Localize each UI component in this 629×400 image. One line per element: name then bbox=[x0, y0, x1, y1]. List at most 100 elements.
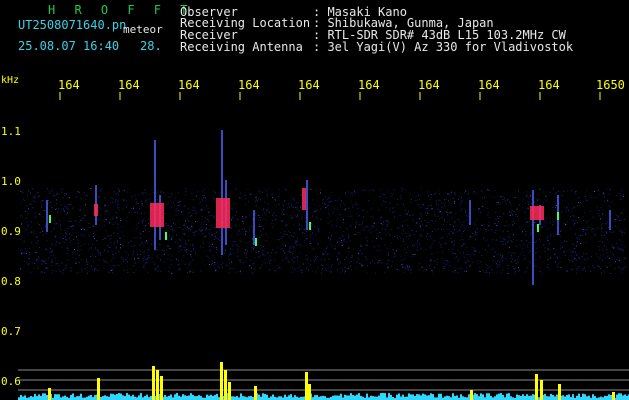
noise-speck bbox=[362, 229, 364, 231]
noise-speck bbox=[614, 225, 616, 227]
noise-speck bbox=[573, 224, 575, 226]
noise-speck bbox=[283, 204, 285, 206]
noise-speck bbox=[325, 203, 327, 205]
noise-speck bbox=[434, 192, 436, 194]
noise-speck bbox=[79, 221, 81, 223]
noise-speck bbox=[270, 252, 272, 254]
noise-floor-bar bbox=[380, 393, 382, 400]
noise-speck bbox=[314, 225, 315, 227]
noise-speck bbox=[266, 195, 268, 197]
noise-speck bbox=[239, 239, 241, 241]
noise-speck bbox=[135, 245, 137, 247]
noise-speck bbox=[473, 223, 475, 225]
noise-speck bbox=[586, 199, 588, 201]
noise-speck bbox=[319, 189, 321, 191]
noise-speck bbox=[154, 268, 156, 270]
noise-speck bbox=[339, 227, 341, 229]
noise-speck bbox=[341, 242, 343, 244]
noise-floor-bar bbox=[474, 393, 476, 400]
noise-speck bbox=[184, 263, 186, 265]
noise-speck bbox=[361, 245, 363, 247]
noise-floor-bar bbox=[456, 395, 458, 400]
noise-speck bbox=[439, 218, 441, 220]
noise-speck bbox=[487, 244, 489, 246]
noise-speck bbox=[570, 227, 572, 229]
noise-speck bbox=[144, 258, 146, 260]
noise-speck bbox=[502, 238, 504, 240]
noise-speck bbox=[133, 206, 134, 208]
noise-speck bbox=[134, 195, 136, 197]
noise-speck bbox=[387, 189, 389, 191]
noise-speck bbox=[286, 256, 288, 258]
noise-speck bbox=[512, 214, 514, 216]
noise-floor-bar bbox=[140, 393, 142, 400]
noise-speck bbox=[297, 216, 299, 218]
noise-speck bbox=[578, 197, 580, 199]
noise-speck bbox=[104, 249, 105, 251]
noise-speck bbox=[290, 252, 292, 253]
noise-speck bbox=[602, 193, 604, 195]
noise-speck bbox=[224, 252, 226, 254]
noise-speck bbox=[244, 228, 245, 230]
noise-speck bbox=[306, 238, 308, 240]
noise-speck bbox=[26, 262, 28, 264]
noise-speck bbox=[429, 247, 431, 249]
noise-speck bbox=[495, 229, 497, 231]
noise-floor-bar bbox=[278, 396, 280, 400]
noise-speck bbox=[185, 191, 187, 193]
noise-speck bbox=[229, 263, 231, 265]
noise-speck bbox=[620, 199, 622, 201]
noise-speck bbox=[461, 208, 463, 210]
noise-speck bbox=[285, 223, 287, 225]
noise-speck bbox=[407, 224, 409, 226]
noise-speck bbox=[172, 230, 174, 232]
noise-speck bbox=[535, 247, 537, 249]
noise-speck bbox=[466, 246, 468, 248]
noise-speck bbox=[549, 268, 551, 270]
noise-speck bbox=[544, 221, 546, 222]
noise-speck bbox=[98, 251, 100, 253]
noise-speck bbox=[190, 215, 192, 217]
noise-speck bbox=[225, 249, 226, 250]
noise-speck bbox=[361, 264, 363, 265]
noise-speck bbox=[41, 260, 43, 262]
noise-speck bbox=[503, 196, 505, 198]
noise-speck bbox=[620, 268, 622, 270]
noise-speck bbox=[449, 264, 451, 266]
noise-speck bbox=[139, 208, 140, 210]
noise-speck bbox=[47, 202, 49, 204]
noise-speck bbox=[260, 199, 262, 201]
noise-speck bbox=[75, 261, 77, 263]
noise-speck bbox=[116, 207, 118, 209]
noise-speck bbox=[592, 216, 594, 218]
noise-speck bbox=[292, 271, 293, 273]
noise-speck bbox=[621, 269, 623, 271]
noise-speck bbox=[206, 205, 208, 207]
noise-speck bbox=[579, 202, 581, 204]
noise-floor-bar bbox=[600, 396, 602, 400]
noise-speck bbox=[439, 199, 441, 201]
noise-floor-bar bbox=[36, 396, 38, 400]
noise-speck bbox=[111, 268, 113, 270]
noise-speck bbox=[342, 235, 344, 237]
noise-speck bbox=[446, 211, 448, 212]
noise-speck bbox=[569, 249, 571, 251]
noise-speck bbox=[497, 260, 499, 261]
noise-speck bbox=[381, 193, 383, 195]
noise-speck bbox=[497, 267, 499, 268]
noise-floor-bar bbox=[444, 396, 446, 400]
noise-floor-bar bbox=[216, 393, 218, 400]
noise-speck bbox=[486, 269, 488, 271]
noise-speck bbox=[125, 206, 127, 208]
noise-speck bbox=[120, 247, 121, 249]
noise-speck bbox=[495, 262, 497, 264]
noise-speck bbox=[473, 255, 475, 257]
noise-speck bbox=[344, 266, 346, 268]
noise-speck bbox=[460, 268, 462, 270]
noise-speck bbox=[145, 192, 147, 194]
noise-speck bbox=[278, 267, 280, 269]
noise-speck bbox=[592, 231, 594, 233]
noise-speck bbox=[196, 195, 198, 197]
noise-speck bbox=[466, 260, 468, 261]
noise-speck bbox=[218, 267, 220, 269]
